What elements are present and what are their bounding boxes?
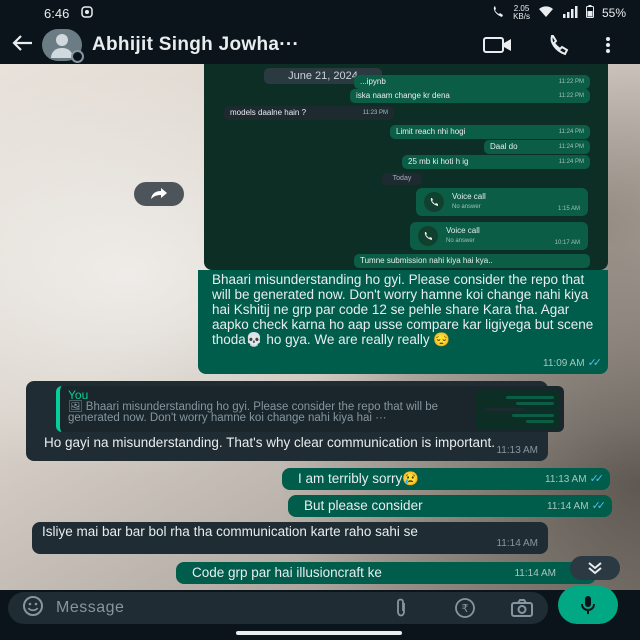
read-receipt-icon: ✓✓ [589, 473, 605, 485]
chat-area[interactable]: June 21, 2024 ...ipynb 11:22 PM iska naam… [0, 64, 640, 590]
message-text: But please consider [304, 498, 423, 513]
message-time: 11:09 AM [543, 358, 585, 369]
home-indicator[interactable] [236, 631, 402, 635]
message-bubble-incoming[interactable]: Isliye mai bar bar bol rha tha communica… [32, 522, 548, 554]
message-time: 11:13 AM [545, 474, 587, 485]
screenshot-message: Tumne submission nahi kiya hai kya.. [354, 254, 590, 268]
double-chevron-down-icon [588, 562, 602, 575]
message-meta: 11:14 AM ✓✓ [547, 499, 607, 514]
message-meta: 11:09 AM ✓✓ [543, 356, 603, 371]
voice-message-button[interactable] [558, 586, 618, 624]
read-receipt-icon: ✓✓ [591, 500, 607, 512]
message-bubble-outgoing[interactable]: Code grp par hai illusioncraft ke 11:14 … [176, 562, 596, 584]
today-chip: Today [382, 173, 422, 185]
notification-icon [81, 5, 94, 21]
screenshot-message: iska naam change kr dena 11:22 PM [350, 89, 590, 103]
quote-text: 🖼 Bhaari misunderstanding ho gyi. Please… [68, 401, 439, 424]
message-bubble-outgoing[interactable]: Bhaari misunderstanding ho gyi. Please c… [198, 270, 608, 374]
message-meta: 11:14 AM [514, 566, 556, 581]
screenshot-message: 25 mb ki hoti h ig 11:24 PM [402, 155, 590, 169]
shared-screenshot[interactable]: June 21, 2024 ...ipynb 11:22 PM iska naam… [204, 64, 608, 270]
payment-icon[interactable]: ₹ [454, 597, 476, 619]
message-meta: 11:14 AM [496, 536, 538, 551]
message-text: Code grp par hai illusioncraft ke [192, 565, 382, 580]
screenshot-voice-call: Voice call No answer 10:17 AM [410, 222, 588, 250]
message-time: 11:14 AM [514, 568, 556, 579]
screenshot-message: models daalne hain ? 11:23 PM [224, 106, 394, 120]
read-receipt-icon: ✓✓ [587, 357, 603, 369]
message-meta: 11:13 AM ✓✓ [545, 472, 605, 487]
message-text: I am terribly sorry😢 [298, 471, 420, 486]
wifi-call-icon [491, 5, 505, 22]
screenshot-message: ...ipynb 11:22 PM [354, 75, 590, 89]
network-speed: 2.05 KB/s [513, 5, 530, 21]
quoted-message[interactable]: You 🖼 Bhaari misunderstanding ho gyi. Pl… [56, 386, 564, 432]
message-bubble-outgoing[interactable]: But please consider 11:14 AM ✓✓ [288, 495, 612, 517]
signal-icon [562, 5, 578, 21]
composer: Message ₹ [0, 586, 640, 640]
screenshot-message: Limit reach nhi hogi 11:24 PM [390, 125, 590, 139]
contact-name[interactable]: Abhijit Singh Jowha··· [92, 34, 468, 56]
status-bar: 6:46 2.05 KB/s 55% [0, 0, 640, 26]
message-bubble-outgoing[interactable]: I am terribly sorry😢 11:13 AM ✓✓ [282, 468, 610, 490]
screenshot-message: Daal do 11:24 PM [484, 140, 590, 154]
battery-icon [585, 5, 594, 21]
more-options-icon[interactable] [588, 36, 628, 54]
status-badge-icon [71, 50, 84, 63]
chat-header: Abhijit Singh Jowha··· [0, 26, 640, 64]
battery-percent: 55% [601, 6, 626, 20]
phone-icon [424, 192, 444, 212]
message-time: 11:14 AM [496, 538, 538, 549]
message-bubble-incoming[interactable]: You 🖼 Bhaari misunderstanding ho gyi. Pl… [26, 381, 564, 461]
phone-icon [418, 226, 438, 246]
attach-icon[interactable] [394, 598, 408, 618]
avatar[interactable] [42, 29, 84, 63]
net-speed-unit: KB/s [513, 12, 530, 21]
emoji-icon[interactable] [22, 595, 44, 622]
message-input[interactable]: Message ₹ [8, 592, 548, 624]
back-arrow-icon[interactable] [12, 32, 42, 58]
microphone-icon [581, 596, 595, 614]
quote-thumbnail [476, 390, 560, 430]
screenshot-voice-call: Voice call No answer 1:15 AM [416, 188, 588, 216]
camera-icon[interactable] [510, 598, 534, 618]
message-text: Ho gayi na misunderstanding. That's why … [44, 435, 496, 450]
message-text: Isliye mai bar bar bol rha tha communica… [42, 524, 418, 539]
message-placeholder: Message [56, 599, 125, 616]
voice-call-icon[interactable] [528, 34, 588, 56]
message-time: 11:14 AM [547, 501, 589, 512]
clock: 6:46 [44, 5, 70, 21]
svg-text:₹: ₹ [462, 602, 469, 615]
message-text: Bhaari misunderstanding ho gyi. Please c… [212, 272, 594, 347]
video-call-icon[interactable] [468, 36, 528, 54]
wifi-icon [538, 5, 554, 21]
message-time: 11:13 AM [496, 445, 538, 456]
scroll-to-bottom-button[interactable] [570, 556, 620, 580]
forward-icon[interactable] [134, 182, 184, 206]
message-meta: 11:13 AM [496, 443, 538, 458]
